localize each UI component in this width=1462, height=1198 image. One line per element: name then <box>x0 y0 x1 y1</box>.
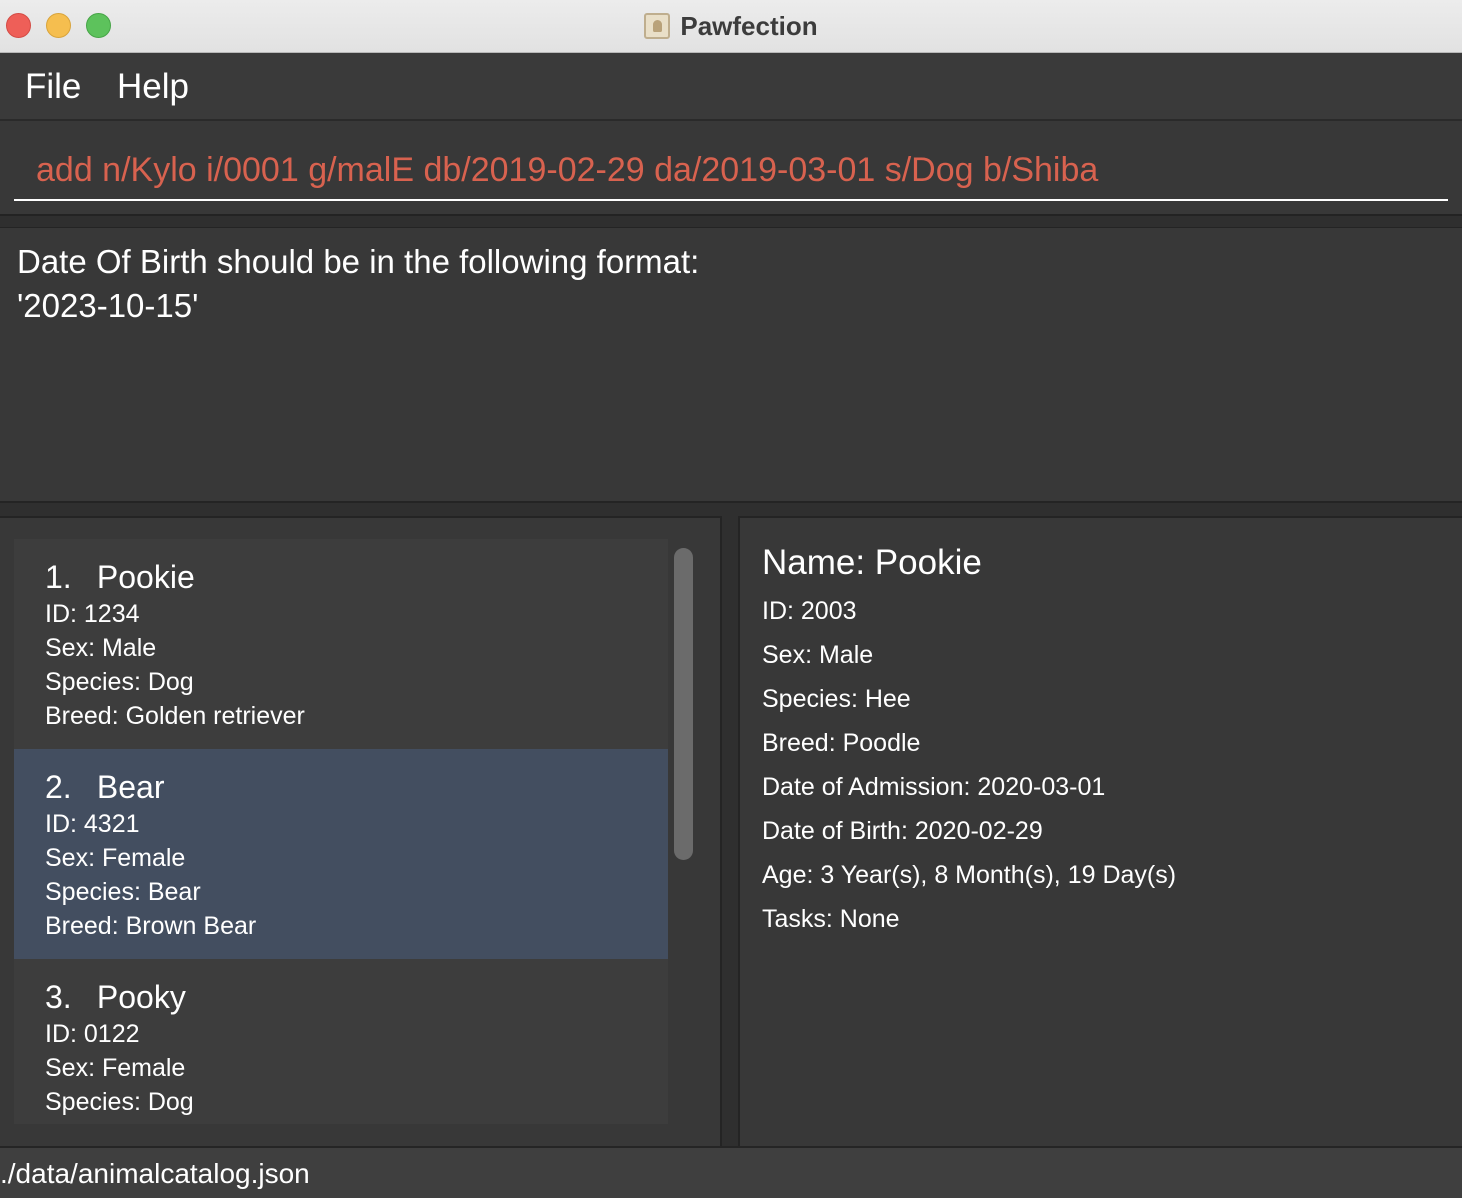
detail-birth-date: Date of Birth: 2020-02-29 <box>762 817 1043 845</box>
title-bar: Pawfection <box>0 0 1462 53</box>
animal-id: ID: 4321 <box>45 810 140 838</box>
status-bar: ./data/animalcatalog.json <box>0 1146 1462 1198</box>
menu-help[interactable]: Help <box>117 67 189 107</box>
animal-card-title: 1. Pookie <box>45 557 668 597</box>
animal-sex: Sex: Female <box>45 844 186 872</box>
animal-index: 2. <box>45 769 72 805</box>
menu-bar: File Help <box>0 53 1462 121</box>
contacts-book-icon <box>644 13 671 39</box>
detail-breed: Breed: Poodle <box>762 729 921 757</box>
detail-species: Species: Hee <box>762 685 911 713</box>
animal-name: Pookie <box>96 559 195 595</box>
detail-admission-date: Date of Admission: 2020-03-01 <box>762 773 1106 801</box>
command-box <box>0 121 1462 216</box>
animal-sex: Sex: Female <box>45 1054 186 1082</box>
list-scrollbar-thumb[interactable] <box>674 548 693 860</box>
animal-name: Bear <box>96 769 165 805</box>
data-file-path: ./data/animalcatalog.json <box>0 1158 310 1189</box>
animal-species: Species: Dog <box>45 668 194 696</box>
animal-index: 3. <box>45 979 72 1015</box>
animal-card[interactable]: 3. Pooky ID: 0122 Sex: Female Species: D… <box>14 959 668 1124</box>
animal-name: Pooky <box>96 979 186 1015</box>
detail-name: Name: Pookie <box>762 543 982 582</box>
animal-species: Species: Dog <box>45 1088 194 1116</box>
detail-id: ID: 2003 <box>762 597 857 625</box>
animal-list[interactable]: 1. Pookie ID: 1234 Sex: Male Species: Do… <box>14 539 668 1124</box>
animal-index: 1. <box>45 559 72 595</box>
list-scrollbar[interactable] <box>672 542 694 1130</box>
panel-divider <box>0 216 1462 226</box>
result-display: Date Of Birth should be in the following… <box>0 227 1462 503</box>
animal-breed: Breed: Golden retriever <box>45 702 305 730</box>
animal-detail-panel: Name: Pookie ID: 2003 Sex: Male Species:… <box>738 516 1462 1146</box>
animal-card-title: 2. Bear <box>45 767 668 807</box>
menu-file[interactable]: File <box>25 67 81 107</box>
animal-card-selected[interactable]: 2. Bear ID: 4321 Sex: Female Species: Be… <box>14 749 668 959</box>
detail-age: Age: 3 Year(s), 8 Month(s), 19 Day(s) <box>762 861 1177 889</box>
animal-sex: Sex: Male <box>45 634 157 662</box>
animal-id: ID: 0122 <box>45 1020 140 1048</box>
detail-sex: Sex: Male <box>762 641 874 669</box>
animal-list-panel: 1. Pookie ID: 1234 Sex: Male Species: Do… <box>0 516 722 1146</box>
result-message: Date Of Birth should be in the following… <box>17 243 700 324</box>
animal-species: Species: Bear <box>45 878 201 906</box>
detail-tasks: Tasks: None <box>762 905 900 933</box>
animal-breed: Breed: Brown Bear <box>45 912 257 940</box>
window-title: Pawfection <box>680 10 818 41</box>
window-title-group: Pawfection <box>0 0 1462 52</box>
animal-card-title: 3. Pooky <box>45 977 668 1017</box>
animal-id: ID: 1234 <box>45 600 140 628</box>
command-input[interactable] <box>14 141 1448 201</box>
animal-card[interactable]: 1. Pookie ID: 1234 Sex: Male Species: Do… <box>14 539 668 749</box>
